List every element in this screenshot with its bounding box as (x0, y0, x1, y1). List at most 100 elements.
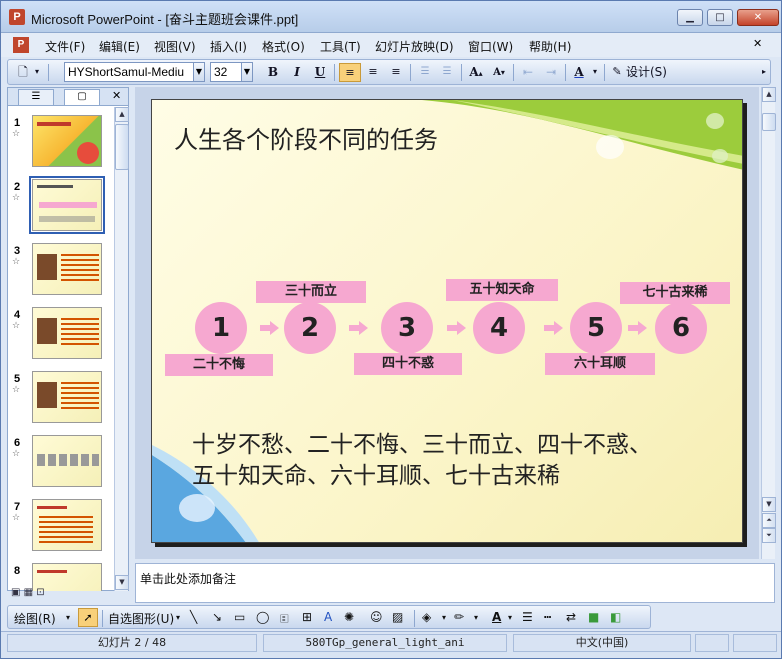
design-icon[interactable]: ✎ (610, 63, 624, 82)
slide-thumbnail[interactable] (32, 371, 102, 423)
label-thirty[interactable]: 三十而立 (256, 281, 366, 303)
3d-style-icon[interactable]: ◧ (610, 610, 621, 624)
font-color-dropdown-icon[interactable]: ▾ (590, 63, 600, 82)
underline-button[interactable]: U (311, 63, 329, 82)
new-doc-icon[interactable]: 🗋 (14, 63, 32, 82)
select-pointer-icon[interactable]: ➚ (78, 608, 98, 627)
wordart-icon[interactable]: A (324, 610, 332, 624)
line-style-icon[interactable]: ☰ (522, 610, 533, 624)
new-doc-dropdown-icon[interactable]: ▾ (32, 63, 42, 82)
menu-help[interactable]: 帮助(H) (529, 38, 571, 55)
font-name-field[interactable]: HYShortSamul-Mediu (64, 62, 194, 82)
pane-close-icon[interactable]: ✕ (112, 89, 121, 102)
menu-view[interactable]: 视图(V) (154, 38, 196, 55)
menu-file[interactable]: 文件(F) (45, 38, 85, 55)
decrease-indent-icon[interactable]: ⇤ (518, 63, 538, 82)
font-name-dropdown-icon[interactable]: ▼ (193, 62, 205, 82)
slide-thumbnail[interactable] (32, 115, 102, 167)
slideshow-view-icon[interactable]: ⊡ (36, 587, 44, 598)
toolbar-options-icon[interactable]: ▸ (760, 63, 768, 82)
menu-slideshow[interactable]: 幻灯片放映(D) (375, 38, 454, 55)
decrease-font-icon[interactable]: A▾ (489, 63, 509, 82)
normal-view-icon[interactable]: ▣ (11, 587, 20, 598)
thumbnail-row[interactable]: 6 ☆ (8, 433, 114, 495)
align-center-icon[interactable]: ≡ (363, 63, 383, 82)
font-color-icon[interactable]: A (570, 63, 588, 82)
menu-format[interactable]: 格式(O) (262, 38, 305, 55)
line-tool-icon[interactable]: ╲ (190, 610, 197, 624)
menu-edit[interactable]: 编辑(E) (99, 38, 140, 55)
stage-circle-5[interactable]: 5 (570, 302, 622, 354)
line-color-dropdown-icon[interactable]: ▾ (474, 613, 478, 622)
stage-circle-1[interactable]: 1 (195, 302, 247, 354)
close-document-icon[interactable]: ✕ (753, 37, 762, 50)
shadow-style-icon[interactable]: ■ (588, 610, 599, 624)
font-size-dropdown-icon[interactable]: ▼ (241, 62, 253, 82)
thumbnail-row[interactable]: 1 ☆ (8, 113, 114, 175)
draw-font-color-dropdown-icon[interactable]: ▾ (508, 613, 512, 622)
align-right-icon[interactable]: ≡ (386, 63, 406, 82)
design-button[interactable]: 设计(S) (626, 63, 678, 82)
maximize-button[interactable]: □ (707, 9, 733, 26)
slide-thumbnail[interactable] (32, 307, 102, 359)
bold-button[interactable]: B (264, 63, 282, 82)
thumbnail-row[interactable]: 2 ☆ (8, 176, 114, 239)
menu-window[interactable]: 窗口(W) (468, 38, 513, 55)
notes-placeholder[interactable]: 单击此处添加备注 (140, 570, 236, 587)
autoshapes-menu-button[interactable]: 自选图形(U) (108, 610, 174, 627)
bullet-list-icon[interactable]: ☰ (437, 63, 457, 82)
stage-circle-3[interactable]: 3 (381, 302, 433, 354)
slide-scrollbar[interactable]: ▲ ▼ ⏶ ⏷ (761, 87, 776, 559)
scrollbar-thumb[interactable] (762, 113, 776, 131)
increase-indent-icon[interactable]: ⇥ (541, 63, 561, 82)
slide-thumbnail[interactable] (32, 435, 102, 487)
close-button[interactable]: ✕ (737, 9, 779, 26)
arrow-style-icon[interactable]: ⇄ (566, 610, 576, 624)
italic-button[interactable]: I (288, 63, 306, 82)
vertical-textbox-icon[interactable]: ⊞ (302, 610, 312, 624)
numbered-list-icon[interactable]: ☰ (415, 63, 435, 82)
label-sixty[interactable]: 六十耳顺 (545, 353, 655, 375)
label-fifty[interactable]: 五十知天命 (446, 279, 558, 301)
fill-color-icon[interactable]: ◈ (422, 610, 431, 624)
slides-tab[interactable]: ▢ (64, 89, 100, 105)
slide-sorter-view-icon[interactable]: ▦ (24, 587, 33, 598)
stage-circle-4[interactable]: 4 (473, 302, 525, 354)
scroll-up-icon[interactable]: ▲ (762, 87, 776, 102)
thumbnail-row[interactable]: 7 ☆ (8, 497, 114, 559)
menu-insert[interactable]: 插入(I) (210, 38, 247, 55)
diagram-icon[interactable]: ✺ (344, 610, 354, 624)
slides-pane-scrollbar[interactable]: ▲ ▼ (114, 107, 129, 591)
notes-pane[interactable]: 单击此处添加备注 (135, 563, 775, 603)
label-twenty[interactable]: 二十不悔 (165, 354, 273, 376)
scroll-up-icon[interactable]: ▲ (115, 107, 129, 122)
slide-thumbnail[interactable] (32, 243, 102, 295)
slide-body-text[interactable]: 十岁不愁、二十不悔、三十而立、四十不惑、 五十知天命、六十耳顺、七十古来稀 (192, 430, 722, 492)
align-left-icon[interactable]: ≡ (339, 63, 361, 82)
label-forty[interactable]: 四十不惑 (354, 353, 462, 375)
textbox-tool-icon[interactable]: 🗉 (280, 610, 289, 631)
document-icon[interactable]: P (13, 37, 29, 53)
draw-font-color-icon[interactable]: A (492, 610, 501, 624)
fill-color-dropdown-icon[interactable]: ▾ (442, 613, 446, 622)
draw-menu-button[interactable]: 绘图(R) (14, 610, 56, 627)
thumbnail-row[interactable]: 4 ☆ (8, 305, 114, 367)
next-slide-icon[interactable]: ⏷ (762, 528, 776, 543)
dash-style-icon[interactable]: ┅ (544, 610, 551, 624)
rectangle-tool-icon[interactable]: ▭ (234, 610, 245, 624)
slide-title[interactable]: 人生各个阶段不同的任务 (174, 120, 438, 155)
label-seventy[interactable]: 七十古来稀 (620, 282, 730, 304)
outline-tab[interactable]: ☰ (18, 89, 54, 105)
oval-tool-icon[interactable]: ◯ (256, 610, 269, 624)
draw-dropdown-icon[interactable]: ▾ (66, 613, 70, 622)
slide-thumbnail-selected[interactable] (29, 176, 105, 234)
scrollbar-thumb[interactable] (115, 124, 129, 170)
clipart-icon[interactable]: ☺ (370, 610, 383, 624)
slide-thumbnail[interactable] (32, 499, 102, 551)
minimize-button[interactable]: ▁ (677, 9, 703, 26)
scroll-down-icon[interactable]: ▼ (762, 497, 776, 512)
stage-circle-6[interactable]: 6 (655, 302, 707, 354)
increase-font-icon[interactable]: A▴ (466, 63, 486, 82)
font-size-field[interactable]: 32 (210, 62, 242, 82)
previous-slide-icon[interactable]: ⏶ (762, 513, 776, 528)
